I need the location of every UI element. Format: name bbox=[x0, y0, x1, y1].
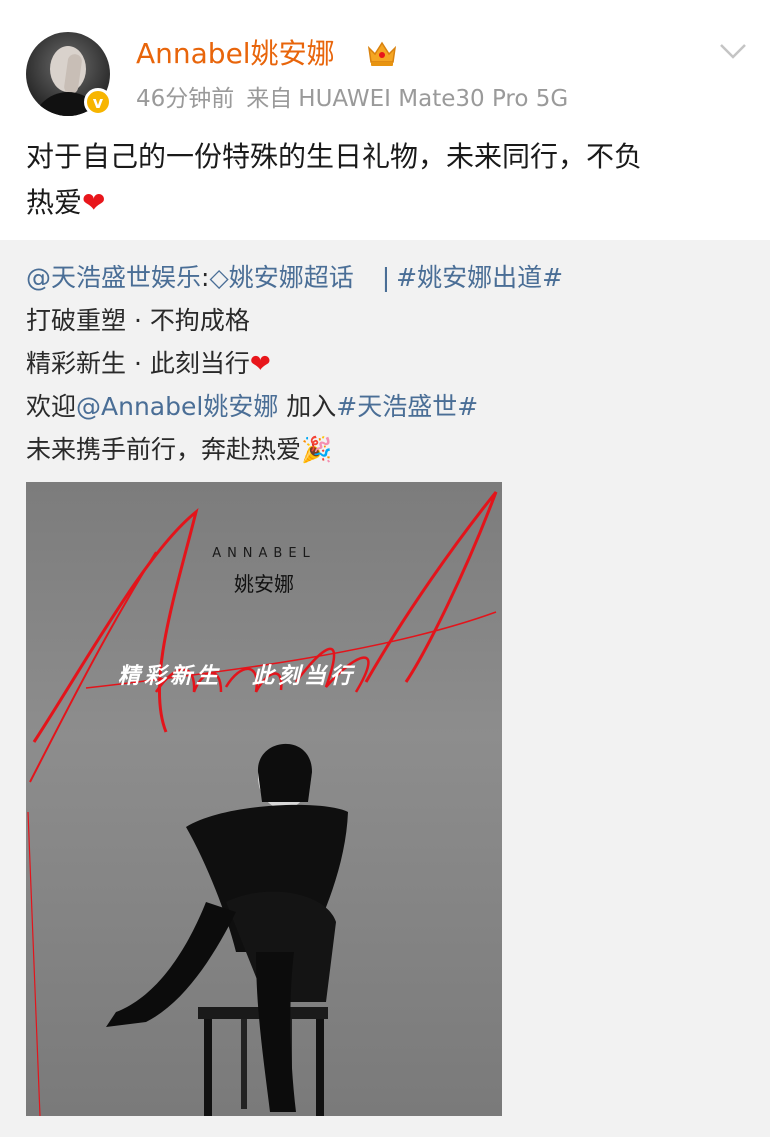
repost-line3: 精彩新生 · 此刻当行❤ bbox=[26, 342, 746, 385]
post-from-label: 来自 bbox=[246, 86, 293, 112]
party-popper-icon: 🎉 bbox=[301, 435, 333, 464]
red-heart-icon: ❤ bbox=[249, 349, 271, 378]
repost-line4-prefix: 欢迎 bbox=[26, 392, 77, 421]
poster-name-cn: 姚安娜 bbox=[234, 572, 294, 596]
red-heart-icon: ❤ bbox=[82, 186, 106, 219]
repost-line4: 欢迎@Annabel姚安娜 加入#天浩盛世# bbox=[26, 385, 746, 428]
supertopic-link[interactable]: 姚安娜超话 bbox=[229, 263, 354, 292]
crown-icon bbox=[367, 41, 397, 66]
hashtag-link-debut[interactable]: #姚安娜出道# bbox=[396, 263, 563, 292]
post-text: 对于自己的一份特殊的生日礼物，未来同行，不负 热爱❤ bbox=[26, 134, 746, 226]
repost-line2: 打破重塑 · 不拘成格 bbox=[26, 306, 250, 335]
repost-line4-mid: 加入 bbox=[278, 392, 337, 421]
post-device: HUAWEI Mate30 Pro 5G bbox=[298, 86, 569, 112]
poster-name-en: ANNABEL bbox=[212, 546, 316, 561]
poster-image[interactable]: ANNABEL 姚安娜 精彩新生 此刻当行 bbox=[26, 482, 502, 1116]
post-time: 46分钟前 bbox=[136, 86, 235, 112]
post-text-line1: 对于自己的一份特殊的生日礼物，未来同行，不负 bbox=[26, 140, 643, 173]
repost-author-link[interactable]: @天浩盛世娱乐 bbox=[26, 263, 201, 292]
username[interactable]: Annabel姚安娜 bbox=[136, 34, 335, 74]
repost-line5: 未来携手前行，奔赴热爱🎉 bbox=[26, 428, 746, 471]
post-text-line2: 热爱❤ bbox=[26, 180, 746, 226]
mention-link[interactable]: @Annabel姚安娜 bbox=[76, 392, 278, 421]
separator: | bbox=[381, 263, 391, 292]
verified-badge-icon: v bbox=[84, 88, 112, 116]
poster-slogan: 精彩新生 此刻当行 bbox=[118, 658, 356, 690]
post-text-line2-words: 热爱 bbox=[26, 186, 83, 219]
chevron-down-icon[interactable] bbox=[716, 34, 750, 68]
repost-line1: @天浩盛世娱乐:◇姚安娜超话 | #姚安娜出道# bbox=[26, 256, 746, 299]
repost-block: @天浩盛世娱乐:◇姚安娜超话 | #姚安娜出道# 打破重塑 · 不拘成格 精彩新生 … bbox=[26, 256, 746, 471]
repost-line5-text: 未来携手前行，奔赴热爱 bbox=[26, 435, 302, 464]
post-meta: 46分钟前 来自 HUAWEI Mate30 Pro 5G bbox=[136, 82, 568, 116]
poster-slogan-b: 此刻当行 bbox=[252, 664, 357, 689]
poster-slogan-a: 精彩新生 bbox=[118, 664, 223, 689]
repost-line3-text: 精彩新生 · 此刻当行 bbox=[26, 349, 250, 378]
hashtag-link-company[interactable]: #天浩盛世# bbox=[336, 392, 478, 421]
diamond-icon: ◇ bbox=[209, 263, 229, 292]
